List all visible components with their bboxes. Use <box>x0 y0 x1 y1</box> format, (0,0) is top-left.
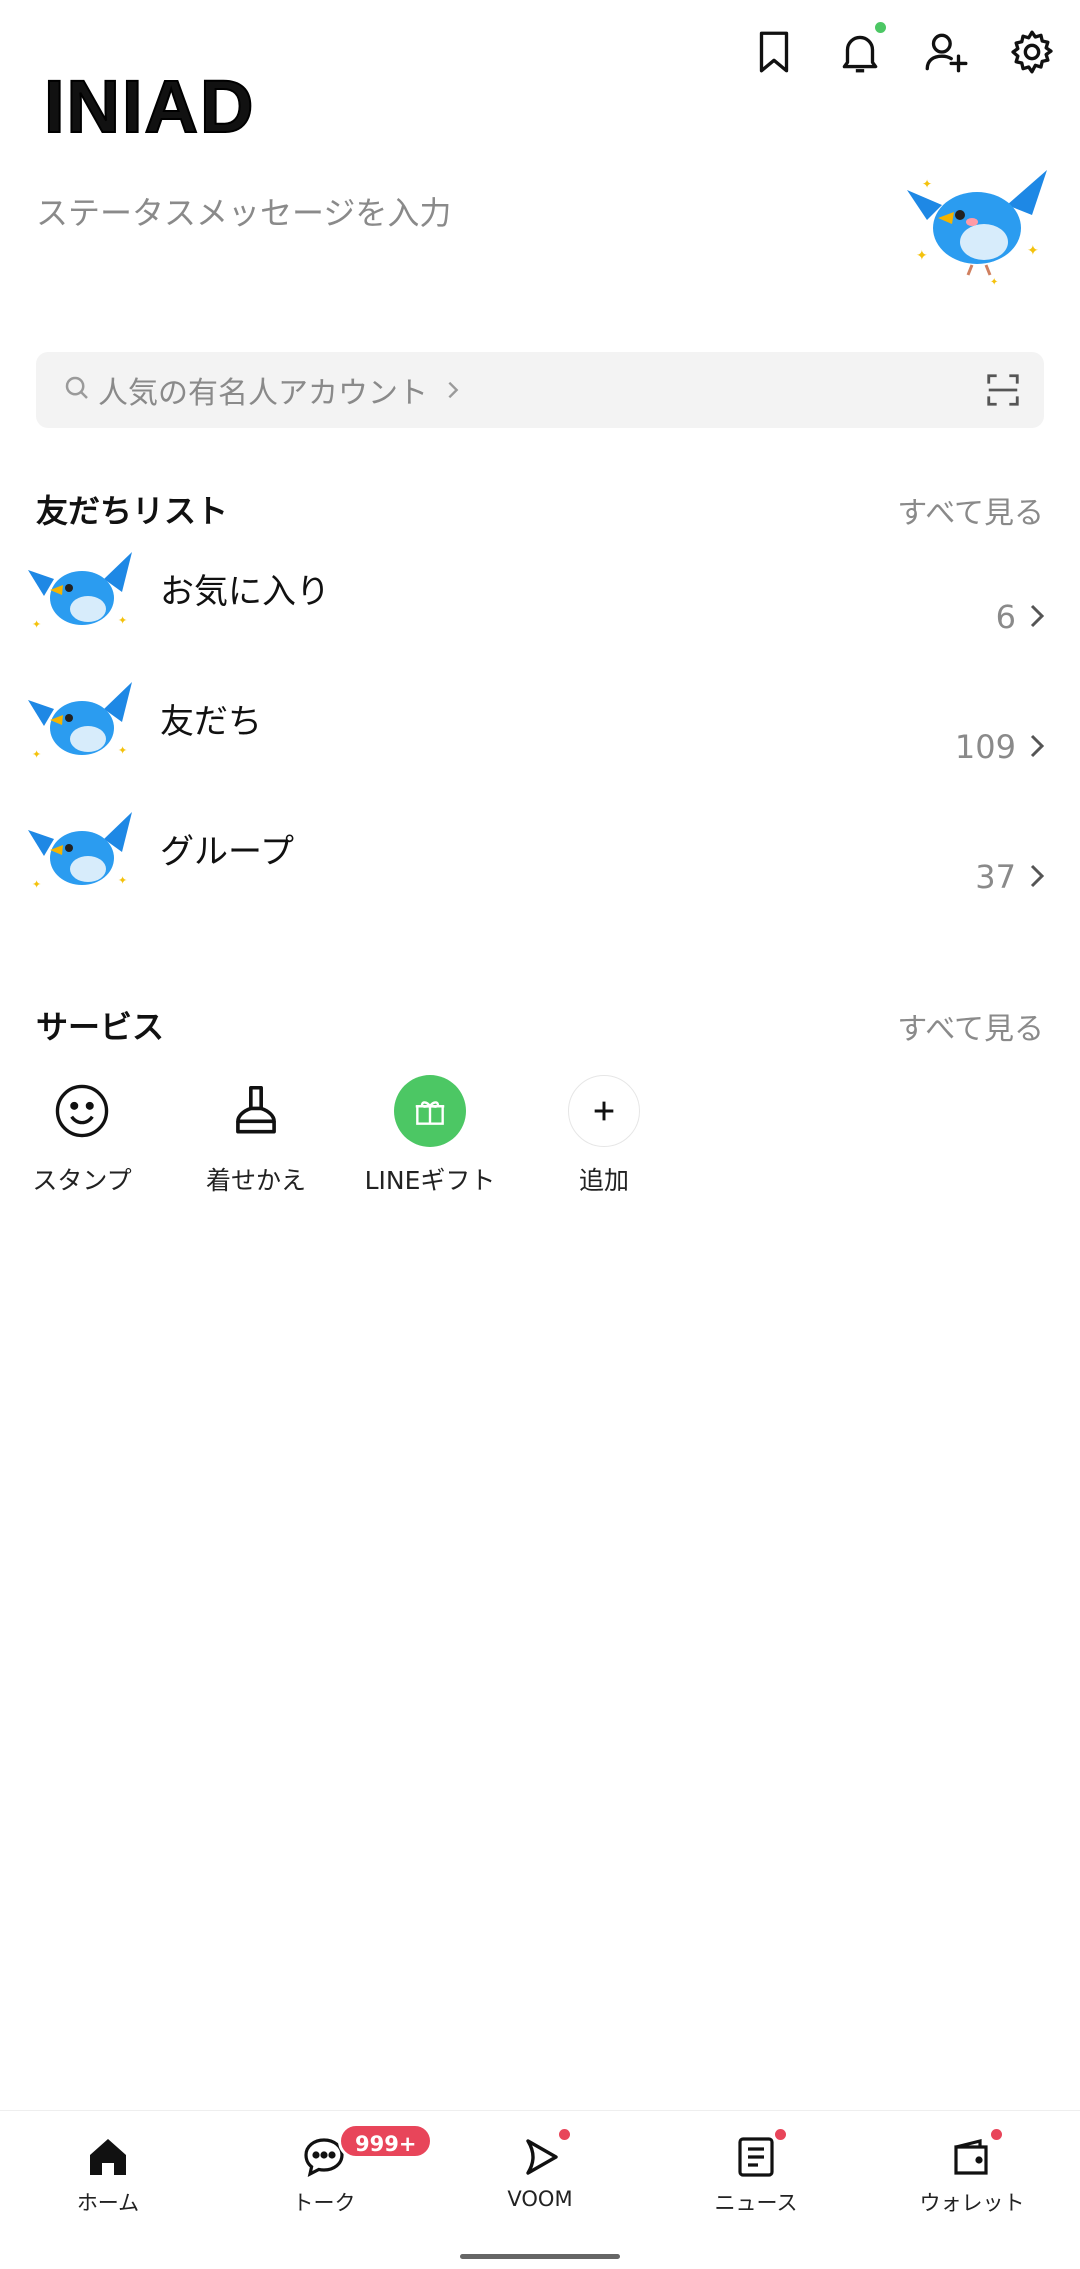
voom-icon <box>516 2129 570 2181</box>
nav-label: ウォレット <box>919 2191 1025 2215</box>
friend-row-label: 友だち <box>160 702 262 742</box>
add-friend-button[interactable] <box>918 24 974 80</box>
svg-text:✦: ✦ <box>32 878 41 891</box>
notification-dot <box>991 2129 1002 2140</box>
svg-text:✦: ✦ <box>118 744 127 757</box>
bookmark-icon <box>759 31 789 73</box>
friend-row-favorites[interactable]: ✦ ✦ お気に入り 6 <box>0 536 1080 656</box>
svg-text:✦: ✦ <box>32 748 41 761</box>
friend-row-count: 37 <box>975 858 1016 896</box>
bird-avatar-icon: ✦ ✦ <box>28 682 132 761</box>
service-stickers[interactable]: スタンプ <box>2 1075 162 1197</box>
bell-icon <box>842 35 878 73</box>
friend-row-friends[interactable]: ✦ ✦ 友だち 109 <box>0 666 1080 786</box>
profile-name[interactable]: INIAD <box>43 69 255 145</box>
smiley-icon <box>46 1075 118 1147</box>
friend-row-count: 6 <box>995 598 1016 636</box>
service-label: LINEギフト <box>364 1166 496 1195</box>
status-message-input[interactable]: ステータスメッセージを入力 <box>36 188 451 234</box>
bird-avatar-icon: ✦ ✦ <box>28 552 132 631</box>
add-friend-icon <box>925 33 968 73</box>
nav-label: ニュース <box>714 2191 798 2215</box>
service-label: 追加 <box>578 1166 629 1195</box>
friend-list-title: 友だちリスト <box>36 492 229 530</box>
svg-text:✦: ✦ <box>916 248 928 264</box>
news-icon <box>732 2129 786 2181</box>
nav-label: ホーム <box>76 2191 140 2215</box>
gear-icon <box>1011 30 1053 74</box>
services-see-all-link[interactable]: すべて見る <box>897 1004 1044 1048</box>
svg-text:✦: ✦ <box>990 277 998 288</box>
header-actions <box>746 22 1060 80</box>
friend-row-groups[interactable]: ✦ ✦ グループ 37 <box>0 796 1080 916</box>
nav-voom[interactable]: VOOM <box>432 2129 648 2211</box>
gift-icon <box>394 1075 466 1147</box>
notification-dot <box>875 22 886 33</box>
nav-label: トーク <box>292 2191 356 2215</box>
unread-badge: 999+ <box>338 2123 434 2159</box>
search-icon <box>62 373 92 407</box>
brush-icon <box>220 1075 292 1147</box>
notification-dot <box>775 2129 786 2140</box>
profile-avatar[interactable]: ✦ ✦ ✦ ✦ <box>902 160 1052 290</box>
bird-avatar-icon: ✦ ✦ ✦ ✦ <box>907 170 1047 288</box>
qr-scan-button[interactable] <box>984 371 1022 409</box>
chevron-right-icon <box>428 375 464 405</box>
settings-button[interactable] <box>1004 24 1060 80</box>
search-placeholder: 人気の有名人アカウント <box>98 376 428 411</box>
chevron-right-icon <box>1030 864 1045 888</box>
friend-row-count: 109 <box>954 728 1016 766</box>
friend-row-label: グループ <box>160 832 294 872</box>
service-add[interactable]: 追加 <box>524 1075 684 1197</box>
plus-icon <box>568 1075 640 1147</box>
bottom-nav: ホーム トーク 999+ VOOM ニュース ウォレット <box>0 2110 1080 2269</box>
svg-text:✦: ✦ <box>118 874 127 887</box>
services-row: スタンプ 着せかえ LINEギフト 追加 <box>0 1075 700 1205</box>
home-icon <box>84 2133 132 2181</box>
svg-text:✦: ✦ <box>118 614 127 627</box>
svg-text:✦: ✦ <box>1027 243 1039 259</box>
services-title: サービス <box>36 1008 165 1046</box>
bookmark-button[interactable] <box>746 24 802 80</box>
friend-list-see-all-link[interactable]: すべて見る <box>897 488 1044 532</box>
bird-avatar-icon: ✦ ✦ <box>28 812 132 891</box>
notification-dot <box>559 2129 570 2140</box>
nav-label: VOOM <box>507 2187 573 2211</box>
svg-text:✦: ✦ <box>922 177 932 191</box>
notifications-button[interactable] <box>832 22 888 80</box>
service-label: 着せかえ <box>205 1166 306 1195</box>
wallet-icon <box>948 2129 1002 2181</box>
chevron-right-icon <box>1030 734 1045 758</box>
svg-text:✦: ✦ <box>32 618 41 631</box>
friend-row-label: お気に入り <box>160 572 330 612</box>
scan-icon <box>987 374 1019 406</box>
chevron-right-icon <box>1030 604 1045 628</box>
home-indicator[interactable] <box>460 2254 620 2259</box>
service-themes[interactable]: 着せかえ <box>176 1075 336 1197</box>
service-line-gift[interactable]: LINEギフト <box>350 1075 510 1197</box>
search-bar[interactable]: 人気の有名人アカウント <box>36 352 1044 428</box>
nav-news[interactable]: ニュース <box>648 2129 864 2217</box>
nav-home[interactable]: ホーム <box>0 2133 216 2217</box>
nav-wallet[interactable]: ウォレット <box>864 2129 1080 2217</box>
service-label: スタンプ <box>32 1166 132 1195</box>
